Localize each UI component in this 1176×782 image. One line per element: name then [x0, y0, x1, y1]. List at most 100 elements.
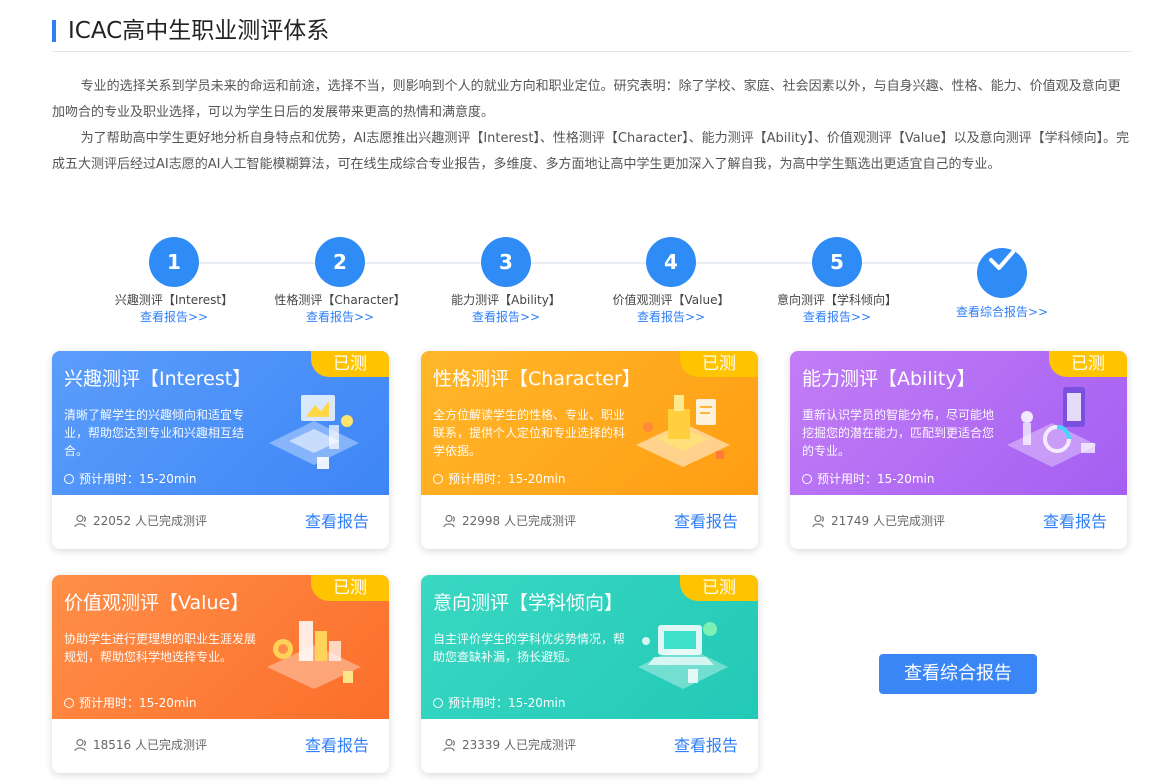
status-badge: 已测	[680, 351, 758, 377]
checkmark-icon	[989, 250, 1015, 270]
step-number: 4	[646, 237, 696, 287]
completion-count-text: 22998 人已完成测评	[462, 514, 576, 528]
step-label: 性格测评【Character】	[274, 293, 406, 307]
completion-count-text: 18516 人已完成测评	[93, 738, 207, 752]
card-ability[interactable]: 已测 能力测评【Ability】 重新认识学员的智能分布，尽可能地挖掘您的潜在能…	[790, 351, 1127, 549]
card-header: 已测 能力测评【Ability】 重新认识学员的智能分布，尽可能地挖掘您的潜在能…	[790, 351, 1127, 495]
intro-paragraph: 为了帮助高中学生更好地分析自身特点和优势，AI志愿推出兴趣测评【Interest…	[52, 131, 1130, 172]
card-header: 已测 意向测评【学科倾向】 自主评价学生的学科优劣势情况，帮助您查缺补漏，扬长避…	[421, 575, 758, 719]
completion-count: 18516 人已完成测评	[74, 736, 207, 753]
view-report-button[interactable]: 查看报告	[674, 732, 738, 756]
card-footer: 18516 人已完成测评 查看报告	[52, 719, 389, 773]
clock-icon	[64, 474, 74, 484]
ability-illustration-icon	[1007, 387, 1097, 467]
card-footer: 21749 人已完成测评 查看报告	[790, 495, 1127, 549]
users-icon	[74, 514, 86, 527]
character-illustration-icon	[636, 395, 730, 467]
completion-count-text: 22052 人已完成测评	[93, 514, 207, 528]
step-view-report-link[interactable]: 查看报告>>	[255, 308, 425, 326]
step-overall: 查看综合报告>>	[917, 236, 1087, 321]
step-view-report-link[interactable]: 查看报告>>	[752, 308, 922, 326]
card-time: 预计用时：15-20min	[64, 695, 197, 711]
card-footer: 22998 人已完成测评 查看报告	[421, 495, 758, 549]
intro-text: 专业的选择关系到学员未来的命运和前途，选择不当，则影响到个人的就业方向和职业定位…	[52, 74, 1132, 178]
card-time: 预计用时：15-20min	[64, 471, 197, 487]
step-number: 3	[481, 237, 531, 287]
step-check	[977, 248, 1027, 298]
card-title: 价值观测评【Value】	[64, 592, 250, 614]
card-description: 清晰了解学生的兴趣倾向和适宜专业，帮助您达到专业和兴趣相互结合。	[64, 408, 245, 458]
clock-icon	[433, 474, 443, 484]
card-title: 能力测评【Ability】	[802, 368, 976, 390]
card-time: 预计用时：15-20min	[433, 471, 566, 487]
card-description: 自主评价学生的学科优劣势情况，帮助您查缺补漏，扬长避短。	[433, 632, 626, 664]
card-footer: 22052 人已完成测评 查看报告	[52, 495, 389, 549]
card-description: 重新认识学员的智能分布，尽可能地挖掘您的潜在能力，匹配到更适合您的专业。	[802, 408, 995, 458]
completion-count-text: 23339 人已完成测评	[462, 738, 576, 752]
step-label: 兴趣测评【Interest】	[114, 293, 234, 307]
users-icon	[812, 514, 824, 527]
progress-steps: 1 兴趣测评【Interest】 查看报告>> 2 性格测评【Character…	[52, 236, 1132, 336]
completion-count: 22998 人已完成测评	[443, 512, 576, 529]
step-intention: 5 意向测评【学科倾向】 查看报告>>	[752, 236, 922, 326]
clock-icon	[64, 698, 74, 708]
completion-count: 22052 人已完成测评	[74, 512, 207, 529]
card-character[interactable]: 已测 性格测评【Character】 全方位解读学生的性格、专业、职业联系，提供…	[421, 351, 758, 549]
step-character: 2 性格测评【Character】 查看报告>>	[255, 236, 425, 326]
completion-count: 21749 人已完成测评	[812, 512, 945, 529]
card-description: 协助学生进行更理想的职业生涯发展规划，帮助您科学地选择专业。	[64, 632, 257, 664]
card-title: 兴趣测评【Interest】	[64, 368, 252, 390]
card-header: 已测 性格测评【Character】 全方位解读学生的性格、专业、职业联系，提供…	[421, 351, 758, 495]
step-number: 2	[315, 237, 365, 287]
completion-count: 23339 人已完成测评	[443, 736, 576, 753]
intro-paragraph: 专业的选择关系到学员未来的命运和前途，选择不当，则影响到个人的就业方向和职业定位…	[52, 79, 1121, 120]
card-time-text: 预计用时：15-20min	[448, 472, 566, 486]
card-value[interactable]: 已测 价值观测评【Value】 协助学生进行更理想的职业生涯发展规划，帮助您科学…	[52, 575, 389, 773]
view-report-button[interactable]: 查看报告	[305, 508, 369, 532]
step-overall-report-link[interactable]: 查看综合报告>>	[917, 303, 1087, 321]
overall-report-button[interactable]: 查看综合报告	[879, 654, 1037, 694]
value-illustration-icon	[267, 621, 361, 689]
step-label: 意向测评【学科倾向】	[776, 293, 897, 307]
step-interest: 1 兴趣测评【Interest】 查看报告>>	[89, 236, 259, 326]
step-label: 价值观测评【Value】	[612, 293, 730, 307]
step-label: 能力测评【Ability】	[451, 293, 561, 307]
card-time-text: 预计用时：15-20min	[79, 472, 197, 486]
title-accent-bar	[52, 20, 56, 42]
users-icon	[74, 738, 86, 751]
step-number: 5	[812, 237, 862, 287]
card-title: 性格测评【Character】	[433, 368, 641, 390]
card-time-text: 预计用时：15-20min	[817, 472, 935, 486]
completion-count-text: 21749 人已完成测评	[831, 514, 945, 528]
card-time-text: 预计用时：15-20min	[79, 696, 197, 710]
clock-icon	[802, 474, 812, 484]
view-report-button[interactable]: 查看报告	[1043, 508, 1107, 532]
status-badge: 已测	[311, 351, 389, 377]
card-time: 预计用时：15-20min	[802, 471, 935, 487]
step-ability: 3 能力测评【Ability】 查看报告>>	[421, 236, 591, 326]
status-badge: 已测	[680, 575, 758, 601]
step-view-report-link[interactable]: 查看报告>>	[89, 308, 259, 326]
clock-icon	[433, 698, 443, 708]
users-icon	[443, 738, 455, 751]
card-title: 意向测评【学科倾向】	[433, 592, 624, 614]
card-header: 已测 兴趣测评【Interest】 清晰了解学生的兴趣倾向和适宜专业，帮助您达到…	[52, 351, 389, 495]
card-time-text: 预计用时：15-20min	[448, 696, 566, 710]
status-badge: 已测	[311, 575, 389, 601]
users-icon	[443, 514, 455, 527]
step-view-report-link[interactable]: 查看报告>>	[421, 308, 591, 326]
step-view-report-link[interactable]: 查看报告>>	[586, 308, 756, 326]
step-number: 1	[149, 237, 199, 287]
interest-illustration-icon	[269, 395, 359, 469]
card-header: 已测 价值观测评【Value】 协助学生进行更理想的职业生涯发展规划，帮助您科学…	[52, 575, 389, 719]
section-header: ICAC高中生职业测评体系	[52, 14, 1132, 52]
intention-illustration-icon	[638, 622, 728, 689]
card-interest[interactable]: 已测 兴趣测评【Interest】 清晰了解学生的兴趣倾向和适宜专业，帮助您达到…	[52, 351, 389, 549]
view-report-button[interactable]: 查看报告	[305, 732, 369, 756]
card-intention[interactable]: 已测 意向测评【学科倾向】 自主评价学生的学科优劣势情况，帮助您查缺补漏，扬长避…	[421, 575, 758, 773]
status-badge: 已测	[1049, 351, 1127, 377]
view-report-button[interactable]: 查看报告	[674, 508, 738, 532]
card-description: 全方位解读学生的性格、专业、职业联系，提供个人定位和专业选择的科学依据。	[433, 408, 626, 458]
card-time: 预计用时：15-20min	[433, 695, 566, 711]
page-title: ICAC高中生职业测评体系	[68, 18, 330, 44]
